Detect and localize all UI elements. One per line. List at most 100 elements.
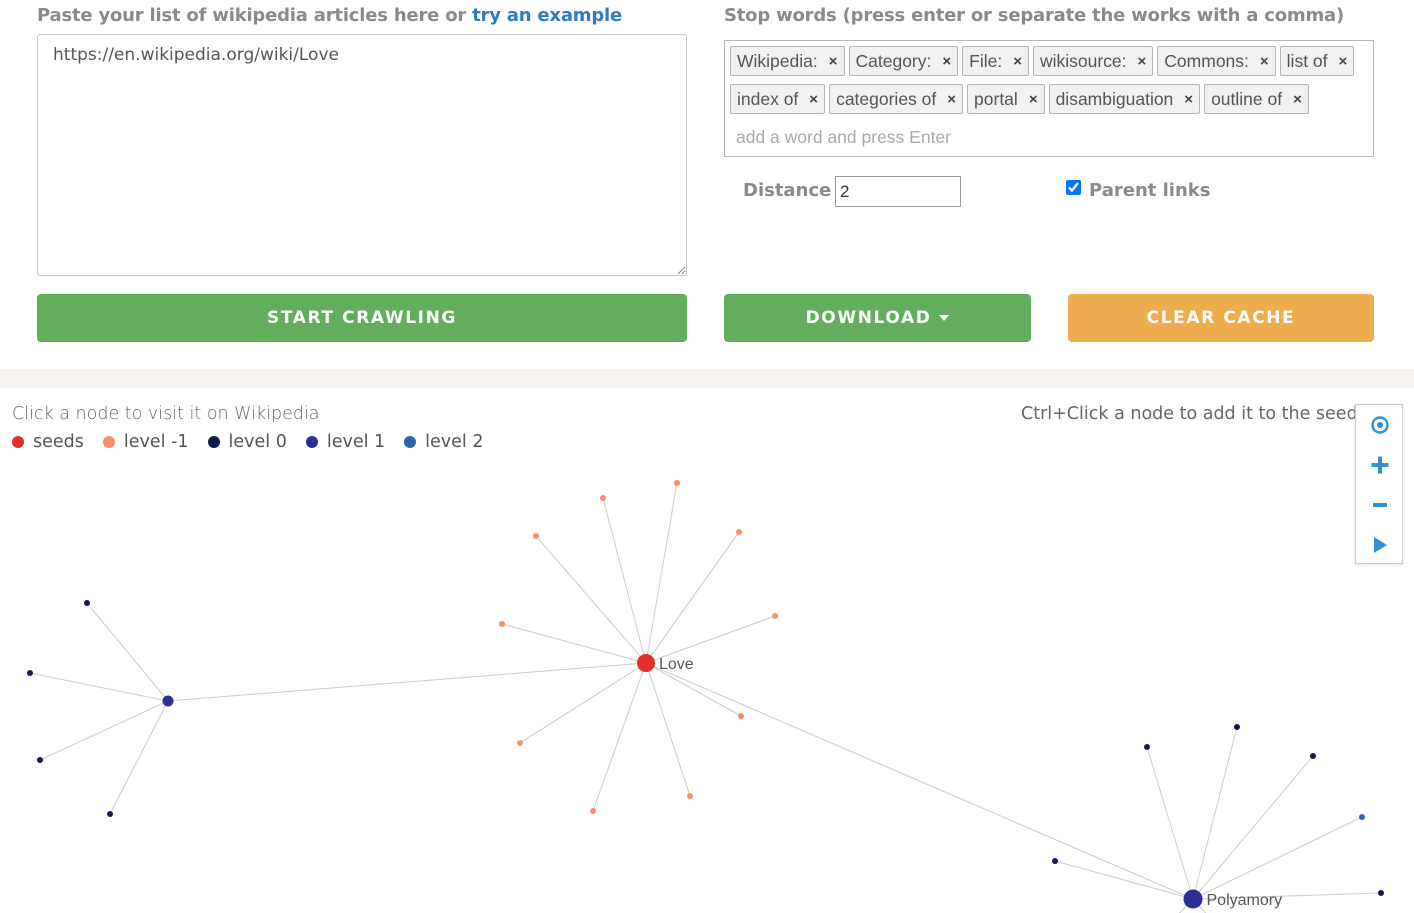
legend-dot	[404, 436, 417, 448]
parent-links-checkbox[interactable]	[1066, 180, 1081, 195]
remove-tag-icon[interactable]: ×	[1029, 91, 1038, 108]
remove-tag-icon[interactable]: ×	[1260, 53, 1269, 70]
stopword-tag: Category: ×	[848, 46, 959, 76]
graph-edge	[645, 662, 691, 797]
network-graph[interactable]: Love Polyamory	[0, 388, 1414, 913]
stopword-tag: File: ×	[962, 46, 1029, 76]
crawler-form: Paste your list of wikipedia articles he…	[0, 0, 1414, 370]
graph-node[interactable]	[1378, 890, 1384, 896]
graph-edge	[39, 700, 169, 761]
graph-node[interactable]	[84, 600, 90, 606]
graph-node[interactable]	[674, 480, 680, 486]
legend-item: level 1	[305, 432, 386, 452]
visit-hint: Click a node to visit it on Wikipedia	[12, 404, 320, 424]
graph-edge	[86, 602, 169, 702]
graph-node[interactable]	[590, 808, 596, 814]
stopword-tag-label: disambiguation	[1055, 88, 1174, 109]
graph-node[interactable]	[1359, 814, 1365, 820]
graph-edge	[592, 662, 647, 812]
legend-label: level 1	[326, 432, 386, 452]
center-icon	[1371, 416, 1389, 434]
remove-tag-icon[interactable]: ×	[1184, 91, 1193, 108]
remove-tag-icon[interactable]: ×	[829, 53, 838, 70]
download-label: DOWNLOAD	[805, 308, 932, 328]
articles-heading-text: Paste your list of wikipedia articles he…	[37, 5, 473, 26]
graph-node[interactable]	[1144, 744, 1150, 750]
graph-node[interactable]	[1234, 724, 1240, 730]
distance-input[interactable]	[835, 176, 961, 207]
parent-links-label: Parent links	[1089, 180, 1211, 201]
graph-controls	[1355, 404, 1403, 564]
graph-node[interactable]	[27, 670, 33, 676]
graph-node-left[interactable]	[162, 695, 174, 707]
graph-edge	[645, 662, 1194, 900]
clear-cache-button[interactable]: CLEAR CACHE	[1068, 294, 1374, 342]
stopword-tag: index of ×	[730, 84, 826, 114]
remove-tag-icon[interactable]: ×	[1339, 53, 1348, 70]
remove-tag-icon[interactable]: ×	[947, 91, 956, 108]
stopword-tag-label: outline of	[1211, 88, 1283, 109]
stopword-tag-label: portal	[974, 88, 1018, 109]
graph-edge	[645, 531, 740, 664]
zoom-in-button[interactable]	[1356, 445, 1404, 485]
stopword-tag: categories of ×	[829, 84, 964, 114]
graph-node-poly[interactable]	[1183, 889, 1203, 909]
legend-item: level 0	[207, 432, 287, 452]
play-button[interactable]	[1356, 525, 1404, 565]
legend-label: level -1	[123, 432, 189, 452]
center-button[interactable]	[1356, 405, 1404, 445]
legend-dot	[12, 436, 24, 448]
remove-tag-icon[interactable]: ×	[1013, 53, 1022, 70]
legend-dot	[305, 436, 318, 448]
graph-node[interactable]	[499, 621, 505, 627]
stopword-tag: Commons: ×	[1157, 46, 1276, 76]
graph-node[interactable]	[1052, 858, 1058, 864]
remove-tag-icon[interactable]: ×	[1293, 91, 1302, 108]
caret-down-icon	[939, 315, 950, 321]
graph-node-label[interactable]: Polyamory	[1207, 892, 1283, 909]
graph-node[interactable]	[600, 495, 606, 501]
graph-node[interactable]	[37, 757, 43, 763]
stopword-tag: list of ×	[1279, 46, 1355, 76]
stopword-tag-label: categories of	[836, 88, 937, 109]
graph-node[interactable]	[736, 529, 742, 535]
stopword-tag-label: list of	[1286, 50, 1328, 71]
remove-tag-icon[interactable]: ×	[809, 91, 818, 108]
stopwords-tag-box[interactable]: Wikipedia: × Category: × File: × wikisource: × C…	[724, 40, 1374, 157]
legend-dot	[207, 436, 220, 448]
remove-tag-icon[interactable]: ×	[1138, 53, 1147, 70]
stopword-tag-label: index of	[737, 88, 799, 109]
stopword-tag-label: Commons:	[1164, 50, 1249, 71]
graph-node[interactable]	[533, 533, 539, 539]
graph-node[interactable]	[772, 613, 778, 619]
stopword-tag-label: Wikipedia:	[737, 50, 818, 71]
articles-heading: Paste your list of wikipedia articles he…	[37, 5, 622, 26]
stopword-tag-label: wikisource:	[1039, 50, 1127, 71]
download-button[interactable]: DOWNLOAD	[724, 294, 1031, 342]
legend-label: level 2	[425, 432, 484, 452]
zoom-out-button[interactable]	[1356, 485, 1404, 525]
play-icon	[1374, 537, 1387, 553]
stopword-tag: Wikipedia: ×	[730, 46, 845, 76]
graph-edge	[1146, 746, 1194, 900]
graph-node[interactable]	[107, 811, 113, 817]
graph-node[interactable]	[517, 740, 523, 746]
stopword-tag: disambiguation ×	[1048, 84, 1201, 114]
try-example-link[interactable]: try an example	[472, 5, 622, 26]
start-crawling-button[interactable]: START CRAWLING	[37, 294, 687, 342]
clear-cache-label: CLEAR CACHE	[1146, 308, 1296, 328]
graph-node[interactable]	[738, 713, 744, 719]
stopword-input[interactable]	[734, 122, 1034, 152]
articles-textarea[interactable]: https://en.wikipedia.org/wiki/Love	[37, 34, 687, 276]
graph-node-love[interactable]	[637, 654, 655, 672]
remove-tag-icon[interactable]: ×	[942, 53, 951, 70]
graph-node[interactable]	[1310, 753, 1316, 759]
graph-edge	[109, 700, 169, 815]
graph-edge	[29, 672, 169, 702]
graph-panel[interactable]: Love Polyamory Click a node to visit it o…	[0, 388, 1414, 913]
graph-node[interactable]	[687, 793, 693, 799]
seed-hint: Ctrl+Click a node to add it to the seeds	[1021, 404, 1367, 424]
graph-node-label[interactable]: Love	[659, 656, 694, 673]
legend-item: seeds	[12, 432, 84, 452]
graph-edge	[167, 662, 647, 702]
